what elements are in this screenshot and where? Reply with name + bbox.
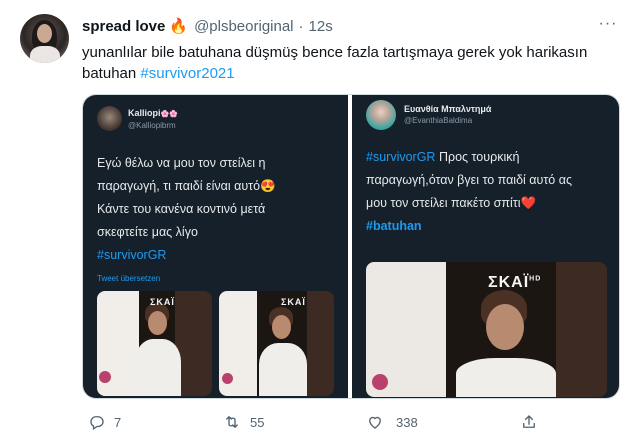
kalliopi-line-3: Κάντε του κανένα κοντινό μετά bbox=[97, 202, 266, 216]
evanthia-line-2: παραγωγή,όταν βγει το παιδί αυτό ας bbox=[366, 173, 572, 187]
retweet-action[interactable]: 55 bbox=[222, 412, 264, 432]
tv-still-photo-1: ΣΚΑΪ bbox=[97, 291, 212, 396]
like-count: 338 bbox=[396, 414, 418, 430]
kalliopi-name: Kalliopi🌸🌸 bbox=[128, 108, 178, 118]
kalliopi-line-2: παραγωγή, τι παιδί είναι αυτό😍 bbox=[97, 179, 276, 193]
person-shirt bbox=[456, 358, 556, 397]
foliage bbox=[556, 262, 607, 397]
flower-decoration bbox=[99, 371, 111, 383]
evanthia-line-1: #survivorGR Προς τουρκική bbox=[366, 146, 616, 169]
person-face bbox=[486, 304, 524, 350]
tweet-media[interactable]: Kalliopi🌸🌸 @Kalliopibrm Εγώ θέλω να μου … bbox=[82, 94, 620, 399]
tweet-header: spread love 🔥 @plsbeoriginal · 12s bbox=[82, 16, 333, 36]
flower-decoration bbox=[222, 373, 233, 384]
foliage bbox=[307, 291, 334, 396]
reply-icon bbox=[90, 416, 104, 431]
kalliopi-line-4: σκεφτείτε μας λίγο bbox=[97, 225, 198, 239]
media-image-right[interactable]: Ευανθία Μπαλντημά @EvanthiaBaldima #surv… bbox=[352, 95, 619, 398]
person-shirt bbox=[259, 343, 307, 396]
media-image-left[interactable]: Kalliopi🌸🌸 @Kalliopibrm Εγώ θέλω να μου … bbox=[83, 95, 348, 398]
tv-still-photo-2: ΣΚΑΪ bbox=[219, 291, 334, 396]
flower-decoration bbox=[372, 374, 388, 390]
evanthia-hashtag-start: #survivorGR bbox=[366, 150, 436, 164]
like-action[interactable]: 338 bbox=[366, 412, 418, 432]
share-action[interactable] bbox=[520, 412, 538, 432]
separator-dot: · bbox=[298, 17, 304, 35]
reply-count: 7 bbox=[114, 414, 122, 430]
skai-logo: ΣΚΑΪ bbox=[281, 297, 306, 307]
author-avatar[interactable] bbox=[20, 14, 69, 63]
person-face bbox=[272, 315, 291, 339]
kalliopi-handle: @Kalliopibrm bbox=[128, 121, 176, 130]
person-shirt bbox=[135, 339, 181, 396]
tweet-timestamp[interactable]: 12s bbox=[309, 18, 333, 35]
evanthia-hashtag-end: #batuhan bbox=[366, 219, 422, 233]
retweet-icon bbox=[226, 416, 238, 428]
evanthia-line-1-rest: Προς τουρκική bbox=[435, 150, 520, 164]
kalliopi-line-1: Εγώ θέλω να μου τον στείλει η bbox=[97, 156, 266, 170]
avatar-dress bbox=[30, 46, 60, 63]
skai-logo-hd: HD bbox=[529, 275, 542, 283]
skai-logo: ΣΚΑΪ bbox=[150, 297, 175, 307]
retweet-count: 55 bbox=[250, 414, 265, 430]
reply-action[interactable]: 7 bbox=[88, 412, 121, 432]
skai-logo: ΣΚΑΪHD bbox=[488, 274, 541, 292]
person-face bbox=[148, 311, 167, 335]
evanthia-line-3: μου τον στείλει πακέτο σπίτι❤️ bbox=[366, 196, 537, 210]
user-handle[interactable]: @plsbeoriginal bbox=[194, 18, 293, 35]
share-icon bbox=[523, 415, 535, 428]
tv-still-photo-3: ΣΚΑΪHD bbox=[366, 262, 607, 397]
display-name[interactable]: spread love bbox=[82, 18, 165, 35]
kalliopi-name-text: Kalliopi bbox=[128, 108, 161, 118]
translate-link-left: Tweet übersetzen bbox=[97, 274, 161, 283]
skai-logo-text: ΣΚΑΪ bbox=[488, 274, 530, 291]
heart-icon bbox=[369, 416, 381, 429]
fire-emoji-icon: 🔥 bbox=[169, 18, 189, 35]
kalliopi-hashtag: #survivorGR bbox=[97, 248, 167, 262]
kalliopi-text: Εγώ θέλω να μου τον στείλει η παραγωγή, … bbox=[97, 152, 342, 267]
hashtag-link[interactable]: #survivor2021 bbox=[140, 65, 234, 82]
more-options-icon[interactable]: ··· bbox=[596, 14, 620, 34]
evanthia-text: #survivorGR Προς τουρκική παραγωγή,όταν … bbox=[366, 146, 616, 238]
tweet-text: yunanlılar bile batuhana düşmüş bence fa… bbox=[82, 42, 622, 84]
evanthia-name: Ευανθία Μπαλντημά bbox=[404, 104, 492, 114]
flower-emoji-icon: 🌸🌸 bbox=[160, 111, 178, 118]
evanthia-avatar bbox=[366, 100, 396, 130]
tweet[interactable]: spread love 🔥 @plsbeoriginal · 12s ··· y… bbox=[0, 0, 635, 438]
kalliopi-avatar bbox=[97, 106, 122, 131]
evanthia-handle: @EvanthiaBaldima bbox=[404, 116, 473, 125]
avatar-face bbox=[37, 24, 52, 43]
